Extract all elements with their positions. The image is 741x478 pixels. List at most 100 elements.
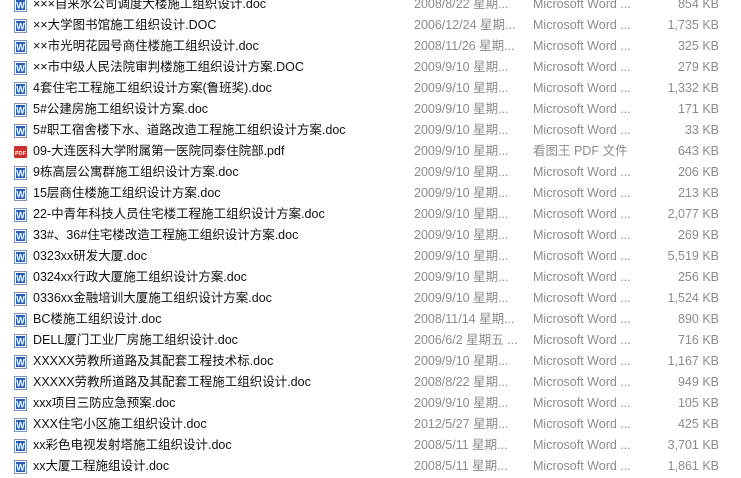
file-row[interactable]: W 9栋高层公寓群施工组织设计方案.doc 2009/9/10 星期... Micro… xyxy=(0,162,741,183)
word-doc-icon: W xyxy=(14,82,27,96)
file-name[interactable]: xx彩色电视发射塔施工组织设计.doc xyxy=(33,435,232,456)
file-name[interactable]: 0323xx研发大厦.doc xyxy=(33,246,147,267)
file-date-modified: 2008/5/11 星期... xyxy=(414,459,508,473)
file-type: Microsoft Word ... xyxy=(533,249,631,263)
file-date-modified: 2009/9/10 星期... xyxy=(414,354,509,368)
file-size: 171 KB xyxy=(677,102,719,116)
file-type: Microsoft Word ... xyxy=(533,0,631,11)
file-row[interactable]: W XXX住宅小区施工组织设计.doc 2012/5/27 星期... Microso… xyxy=(0,414,741,435)
file-name[interactable]: xxx项目三防应急预案.doc xyxy=(33,393,175,414)
file-size: 213 KB xyxy=(677,186,719,200)
file-row[interactable]: W 5#公建房施工组织设计方案.doc 2009/9/10 星期... Microso… xyxy=(0,99,741,120)
file-name[interactable]: 09-大连医科大学附属第一医院同泰住院部.pdf xyxy=(33,141,284,162)
file-row[interactable]: W BC楼施工组织设计.doc 2008/11/14 星期... Microsoft … xyxy=(0,309,741,330)
file-row[interactable]: Wxx彩色电视发射塔施工组织设计.doc 2008/5/11 星期... Micro… xyxy=(0,435,741,456)
file-row[interactable]: W 0323xx研发大厦.doc 2009/9/10 星期... Microsoft … xyxy=(0,246,741,267)
file-type: Microsoft Word ... xyxy=(533,438,631,452)
file-type: Microsoft Word ... xyxy=(533,123,631,137)
file-name[interactable]: BC楼施工组织设计.doc xyxy=(33,309,162,330)
file-row[interactable]: W DELL厦门工业厂房施工组织设计.doc 2006/6/2 星期五 ... Mic… xyxy=(0,330,741,351)
word-doc-icon: W xyxy=(14,229,27,243)
file-size: 2,077 KB xyxy=(667,207,719,221)
file-row[interactable]: PDF 09-大连医科大学附属第一医院同泰住院部.pdf 2009/9/10 星期.… xyxy=(0,141,741,162)
word-doc-icon: W xyxy=(14,40,27,54)
svg-text:W: W xyxy=(16,190,25,200)
word-doc-icon: W xyxy=(14,103,27,117)
file-size: 425 KB xyxy=(677,417,719,431)
word-doc-icon: W xyxy=(14,334,27,348)
file-name[interactable]: 0324xx行政大厦施工组织设计方案.doc xyxy=(33,267,247,288)
file-date-modified: 2008/11/26 星期... xyxy=(414,39,515,53)
file-size: 5,519 KB xyxy=(667,249,719,263)
file-name[interactable]: ×××自来水公司调度大楼施工组织设计.doc xyxy=(33,0,266,15)
file-name[interactable]: ××大学图书馆施工组织设计.DOC xyxy=(33,15,216,36)
file-name[interactable]: DELL厦门工业厂房施工组织设计.doc xyxy=(33,330,238,351)
file-name[interactable]: xx大厦工程施组设计.doc xyxy=(33,456,169,477)
file-row[interactable]: W 4套住宅工程施工组织设计方案(鲁班奖).doc 2009/9/10 星期... M… xyxy=(0,78,741,99)
file-name[interactable]: ××市光明花园号商住楼施工组织设计.doc xyxy=(33,36,259,57)
file-size: 105 KB xyxy=(677,396,719,410)
file-type: Microsoft Word ... xyxy=(533,60,631,74)
svg-text:W: W xyxy=(16,421,25,431)
word-doc-icon: W xyxy=(14,166,27,180)
svg-text:W: W xyxy=(16,316,25,326)
file-name[interactable]: 15层商住楼施工组织设计方案.doc xyxy=(33,183,221,204)
file-size: 325 KB xyxy=(677,39,719,53)
file-row[interactable]: W 5#职工宿舍楼下水、道路改造工程施工组织设计方案.doc 2009/9/10 星… xyxy=(0,120,741,141)
file-type: Microsoft Word ... xyxy=(533,375,631,389)
file-size: 890 KB xyxy=(677,312,719,326)
file-name[interactable]: 33#、36#住宅楼改造工程施工组织设计方案.doc xyxy=(33,225,298,246)
svg-text:W: W xyxy=(16,64,25,74)
file-row[interactable]: W 22-中青年科技人员住宅楼工程施工组织设计方案.doc 2009/9/10 星期… xyxy=(0,204,741,225)
file-date-modified: 2008/8/22 星期... xyxy=(414,375,509,389)
file-date-modified: 2009/9/10 星期... xyxy=(414,186,509,200)
word-doc-icon: W xyxy=(14,187,27,201)
file-row[interactable]: Wxx大厦工程施组设计.doc 2008/5/11 星期... Microsoft … xyxy=(0,456,741,477)
file-row[interactable]: W ××大学图书馆施工组织设计.DOC 2006/12/24 星期... Micros… xyxy=(0,15,741,36)
svg-text:W: W xyxy=(16,85,25,95)
file-row[interactable]: W ××市中级人民法院审判楼施工组织设计方案.DOC 2009/9/10 星期...… xyxy=(0,57,741,78)
file-type: Microsoft Word ... xyxy=(533,291,631,305)
file-type: Microsoft Word ... xyxy=(533,270,631,284)
file-row[interactable]: Wxxx项目三防应急预案.doc 2009/9/10 星期... Microsoft… xyxy=(0,393,741,414)
word-doc-icon: W xyxy=(14,61,27,75)
file-row[interactable]: W 33#、36#住宅楼改造工程施工组织设计方案.doc 2009/9/10 星期.… xyxy=(0,225,741,246)
file-type: Microsoft Word ... xyxy=(533,18,631,32)
file-row[interactable]: W 15层商住楼施工组织设计方案.doc 2009/9/10 星期... Micros… xyxy=(0,183,741,204)
file-type: Microsoft Word ... xyxy=(533,396,631,410)
file-type: Microsoft Word ... xyxy=(533,417,631,431)
svg-text:W: W xyxy=(16,211,25,221)
file-size: 1,167 KB xyxy=(667,354,719,368)
file-name[interactable]: XXXXX劳教所道路及其配套工程技术标.doc xyxy=(33,351,273,372)
file-name[interactable]: 5#公建房施工组织设计方案.doc xyxy=(33,99,208,120)
word-doc-icon: W xyxy=(14,271,27,285)
file-row[interactable]: W XXXXX劳教所道路及其配套工程技术标.doc 2009/9/10 星期... M… xyxy=(0,351,741,372)
file-name[interactable]: 5#职工宿舍楼下水、道路改造工程施工组织设计方案.doc xyxy=(33,120,346,141)
word-doc-icon: W xyxy=(14,208,27,222)
file-date-modified: 2008/5/11 星期... xyxy=(414,438,508,452)
file-row[interactable]: W 0336xx金融培训大厦施工组织设计方案.doc 2009/9/10 星期...… xyxy=(0,288,741,309)
file-row[interactable]: W ×××自来水公司调度大楼施工组织设计.doc 2008/8/22 星期... Mi… xyxy=(0,0,741,15)
file-size: 1,735 KB xyxy=(667,18,719,32)
file-name[interactable]: XXXXX劳教所道路及其配套工程施工组织设计.doc xyxy=(33,372,311,393)
file-name[interactable]: 4套住宅工程施工组织设计方案(鲁班奖).doc xyxy=(33,78,272,99)
file-size: 33 KB xyxy=(684,123,719,137)
file-row[interactable]: W 0324xx行政大厦施工组织设计方案.doc 2009/9/10 星期... Mi… xyxy=(0,267,741,288)
file-size: 854 KB xyxy=(677,0,719,11)
file-row[interactable]: W ××市光明花园号商住楼施工组织设计.doc 2008/11/26 星期... Mi… xyxy=(0,36,741,57)
file-name[interactable]: ××市中级人民法院审判楼施工组织设计方案.DOC xyxy=(33,57,304,78)
svg-text:W: W xyxy=(16,253,25,263)
word-doc-icon: W xyxy=(14,124,27,138)
file-date-modified: 2009/9/10 星期... xyxy=(414,165,509,179)
svg-text:W: W xyxy=(16,1,25,11)
file-name[interactable]: 22-中青年科技人员住宅楼工程施工组织设计方案.doc xyxy=(33,204,325,225)
file-size: 3,701 KB xyxy=(667,438,719,452)
file-size: 643 KB xyxy=(677,144,719,158)
file-row[interactable]: W XXXXX劳教所道路及其配套工程施工组织设计.doc 2008/8/22 星期.… xyxy=(0,372,741,393)
file-name[interactable]: XXX住宅小区施工组织设计.doc xyxy=(33,414,207,435)
file-type: Microsoft Word ... xyxy=(533,312,631,326)
file-name[interactable]: 0336xx金融培训大厦施工组织设计方案.doc xyxy=(33,288,272,309)
word-doc-icon: W xyxy=(14,355,27,369)
file-size: 949 KB xyxy=(677,375,719,389)
file-name[interactable]: 9栋高层公寓群施工组织设计方案.doc xyxy=(33,162,239,183)
